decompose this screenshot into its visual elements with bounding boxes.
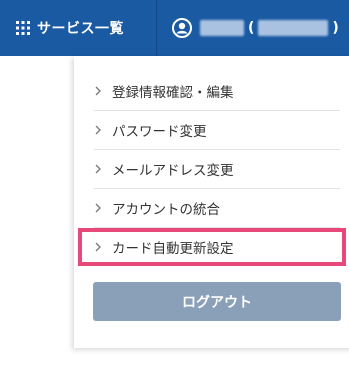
grid-icon <box>16 21 30 35</box>
service-list-button[interactable]: サービス一覧 <box>16 0 156 56</box>
menu-item-label: アカウントの統合 <box>112 201 220 218</box>
user-id-redacted <box>258 20 329 36</box>
user-name-redacted <box>200 20 244 36</box>
logout-label: ログアウト <box>182 294 252 311</box>
menu-item-profile-edit[interactable]: 登録情報確認・編集 <box>94 71 340 111</box>
paren-close: ) <box>332 20 339 36</box>
menu-item-label: 登録情報確認・編集 <box>112 84 234 101</box>
chevron-right-icon <box>95 164 101 173</box>
chevron-right-icon <box>95 203 101 212</box>
chevron-right-icon <box>95 125 101 134</box>
paren-open: ( <box>248 20 255 36</box>
user-account-button[interactable]: ( ) <box>172 0 343 56</box>
top-navigation-bar: サービス一覧 ( ) <box>0 0 349 56</box>
highlight-box <box>78 228 346 266</box>
menu-item-label: パスワード変更 <box>112 123 207 140</box>
chevron-right-icon <box>95 86 101 95</box>
menu-item-account-merge[interactable]: アカウントの統合 <box>94 188 340 228</box>
user-circle-icon <box>172 18 192 38</box>
service-list-label: サービス一覧 <box>37 21 124 37</box>
menu-item-email-change[interactable]: メールアドレス変更 <box>94 149 340 189</box>
menu-item-label: メールアドレス変更 <box>112 162 234 179</box>
logout-button[interactable]: ログアウト <box>93 282 341 321</box>
header-divider <box>156 0 157 56</box>
menu-item-password-change[interactable]: パスワード変更 <box>94 110 340 150</box>
